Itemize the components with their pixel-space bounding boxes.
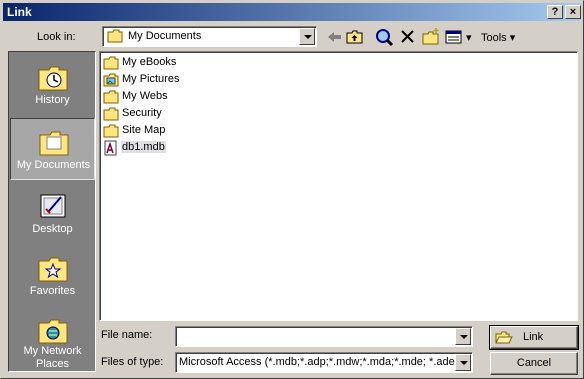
- file-name: My Pictures: [122, 73, 180, 85]
- views-dropdown-arrow[interactable]: ▾: [466, 31, 472, 44]
- up-one-level-icon[interactable]: [345, 27, 365, 47]
- file-name-label: File name:: [101, 329, 153, 341]
- title-bar[interactable]: Link ? ×: [3, 3, 581, 21]
- my-documents-folder-icon: [39, 131, 69, 156]
- views-icon[interactable]: [445, 27, 463, 47]
- help-button[interactable]: ?: [547, 5, 563, 19]
- places-item-favorites[interactable]: Favorites: [10, 245, 95, 307]
- look-in-combo[interactable]: My Documents: [102, 26, 317, 47]
- file-name: db1.mdb: [121, 141, 166, 153]
- look-in-value: My Documents: [128, 30, 202, 42]
- file-name-combo[interactable]: [175, 326, 473, 347]
- tools-menu-button[interactable]: Tools ▾: [481, 31, 515, 44]
- link-button[interactable]: Link: [489, 325, 579, 350]
- places-item-history[interactable]: History: [10, 54, 95, 116]
- places-item-desktop[interactable]: Desktop: [10, 183, 95, 245]
- file-name: Security: [122, 107, 162, 119]
- folder-icon: [103, 107, 119, 121]
- access-database-icon: [104, 140, 117, 156]
- dialog-title: Link: [7, 5, 32, 19]
- places-label: Desktop: [32, 223, 73, 235]
- file-name: My eBooks: [122, 56, 177, 68]
- network-places-icon: [38, 319, 68, 344]
- places-bar: History My Documents Desktop Favorites M…: [8, 51, 96, 372]
- places-label: My Network Places: [23, 345, 82, 370]
- tools-label: Tools: [481, 32, 507, 44]
- pictures-folder-icon: [103, 73, 119, 87]
- look-in-dropdown-button[interactable]: [299, 28, 315, 45]
- search-web-icon[interactable]: [374, 27, 394, 47]
- link-dialog: Link ? × Look in: My Documents ▾ Tools ▾: [0, 0, 584, 379]
- cancel-button[interactable]: Cancel: [490, 352, 578, 375]
- folder-icon: [103, 90, 119, 104]
- files-of-type-combo[interactable]: Microsoft Access (*.mdb;*.adp;*.mdw;*.md…: [175, 352, 473, 373]
- desktop-icon: [40, 194, 66, 218]
- folder-icon: [103, 124, 119, 138]
- folder-icon: [107, 29, 123, 43]
- places-item-my-documents[interactable]: My Documents: [10, 118, 95, 180]
- favorites-icon: [38, 257, 68, 282]
- folder-icon: [103, 56, 119, 70]
- files-of-type-label: Files of type:: [101, 356, 164, 368]
- file-list[interactable]: My eBooks My Pictures My Webs Security S…: [99, 51, 578, 321]
- history-icon: [38, 66, 68, 91]
- delete-icon[interactable]: [398, 27, 418, 47]
- link-button-label: Link: [523, 331, 544, 343]
- tools-dropdown-arrow: ▾: [509, 32, 516, 44]
- new-folder-icon[interactable]: [421, 27, 441, 47]
- file-name: Site Map: [122, 124, 166, 136]
- close-button[interactable]: ×: [565, 5, 581, 19]
- files-of-type-value: Microsoft Access (*.mdb;*.adp;*.mdw;*.md…: [179, 356, 459, 368]
- places-label: History: [35, 94, 70, 106]
- files-of-type-dropdown-button[interactable]: [455, 354, 471, 371]
- file-name: My Webs: [122, 90, 168, 102]
- look-in-label: Look in:: [37, 31, 76, 43]
- places-item-my-network-places[interactable]: My Network Places: [10, 307, 95, 370]
- open-folder-icon: [495, 331, 513, 344]
- places-label: My Documents: [16, 159, 91, 171]
- file-name-dropdown-button[interactable]: [455, 328, 471, 345]
- back-icon[interactable]: [325, 27, 345, 47]
- places-label: Favorites: [29, 285, 76, 297]
